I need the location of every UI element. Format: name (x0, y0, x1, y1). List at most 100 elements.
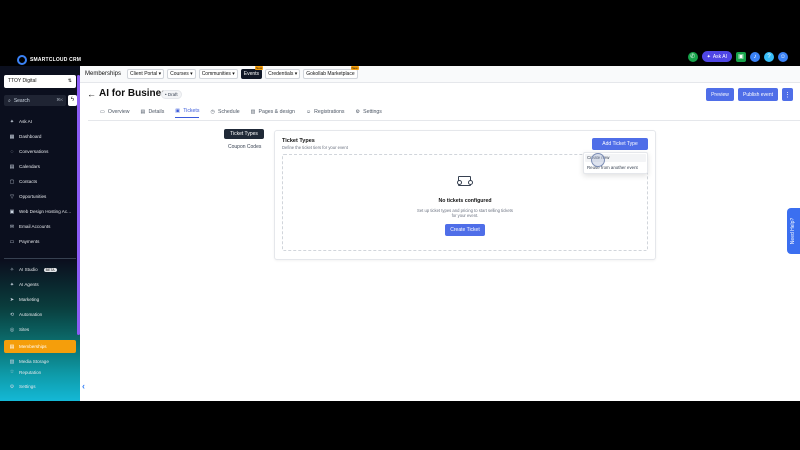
topbar-communities[interactable]: Communities ▾ (198, 69, 238, 79)
subnav-coupon-codes[interactable]: Coupon Codes (228, 144, 261, 150)
sidebar-item-label: Contacts (19, 179, 38, 184)
card-icon: ▭ (9, 238, 15, 245)
calendar-icon: ▤ (9, 163, 15, 170)
header-actions: ✆ ✦ Ask AI ▣ ♪ ? ☺ (687, 51, 788, 62)
sidebar-item-label: Memberships (19, 344, 47, 349)
sidebar-item-opportunities[interactable]: ▽ Opportunities (4, 190, 76, 203)
tab-label: Tickets (183, 108, 200, 114)
tab-label: Overview (107, 108, 130, 115)
sidebar-item-label: Automation (19, 312, 43, 317)
calendar-icon: ◷ (210, 108, 215, 115)
tab-label: Registrations (314, 108, 345, 115)
back-arrow-icon[interactable]: ← (87, 89, 96, 99)
sidebar-item-reputation[interactable]: ☆ Reputation (4, 369, 76, 375)
search-icon: ⌕ (8, 97, 11, 104)
sparkle-icon: ✦ (9, 118, 15, 125)
tab-overview[interactable]: ▭ Overview (100, 108, 130, 118)
megaphone-icon[interactable]: ▣ (736, 51, 746, 62)
ask-ai-label: Ask AI (712, 53, 727, 60)
sidebar-item-media-storage[interactable]: ▧ Media Storage (4, 355, 76, 368)
ask-ai-button[interactable]: ✦ Ask AI (701, 51, 732, 62)
quick-action-bolt-icon[interactable]: ϟ (68, 95, 77, 106)
collapse-sidebar-chevron-icon[interactable]: ‹ (82, 381, 85, 391)
dashboard-icon: ▦ (9, 133, 15, 140)
sidebar-item-label: AI Studio (19, 267, 38, 272)
more-options-icon[interactable]: ⋮ (782, 88, 793, 101)
sidebar-item-label: Opportunities (19, 194, 47, 199)
topbar-client-portal[interactable]: Client Portal ▾ (127, 69, 165, 79)
sidebar-item-memberships[interactable]: ▤ Memberships (4, 340, 76, 353)
topbar-item-label: Communities ▾ (201, 71, 235, 77)
topbar-item-label: Events (243, 71, 260, 77)
tab-tickets[interactable]: ▣ Tickets (175, 108, 200, 118)
tab-details[interactable]: ▤ Details (141, 108, 165, 118)
bell-icon[interactable]: ♪ (750, 51, 760, 62)
pages-icon: ▥ (250, 108, 256, 115)
tab-schedule[interactable]: ◷ Schedule (210, 108, 239, 118)
app-header (0, 46, 800, 66)
sidebar-item-automation[interactable]: ⟲ Automation (4, 308, 76, 321)
subnav-ticket-types[interactable]: Ticket Types (224, 129, 264, 139)
topbar-item-label: Client Portal ▾ (130, 71, 162, 77)
topbar-credentials[interactable]: Credentials ▾ (265, 69, 301, 79)
sidebar-item-web-design[interactable]: ▣ Web Design Hosting Ac... (4, 205, 76, 218)
add-ticket-type-button[interactable]: Add Ticket Type (592, 138, 648, 150)
sidebar-item-label: Reputation (19, 369, 42, 375)
location-switcher[interactable]: TTOY Digital ⇅ (4, 75, 76, 88)
need-help-tab[interactable]: Need Help? (787, 208, 800, 254)
sidebar-item-calendars[interactable]: ▤ Calendars (4, 160, 76, 173)
sidebar-item-payments[interactable]: ▭ Payments (4, 235, 76, 248)
publish-event-button[interactable]: Publish event (738, 88, 778, 101)
tab-pages-design[interactable]: ▥ Pages & design (251, 108, 295, 118)
tab-label: Schedule (217, 108, 240, 115)
empty-state-title: No tickets configured (438, 198, 492, 204)
mouse-cursor-indicator (591, 153, 605, 167)
new-badge: New (350, 66, 359, 70)
topbar-marketplace[interactable]: Gokollab Marketplace New (303, 66, 359, 79)
sidebar-item-ai-agents[interactable]: ✦ AI Agents (4, 278, 76, 291)
sidebar-item-conversations[interactable]: ◌ Conversations (4, 145, 76, 158)
sidebar-item-label: AI Agents (19, 282, 39, 287)
chat-icon: ◌ (10, 148, 14, 155)
sidebar-item-label: Payments (19, 239, 40, 244)
brand-logo[interactable]: SMARTCLOUD CRM (17, 55, 81, 65)
people-icon: ☺ (305, 108, 312, 115)
tab-label: Pages & design (258, 108, 295, 115)
sidebar-item-label: Web Design Hosting Ac... (19, 209, 72, 214)
sidebar-item-dashboard[interactable]: ▦ Dashboard (4, 130, 76, 143)
media-icon: ▧ (9, 358, 15, 365)
topbar-events[interactable]: Events New (240, 66, 264, 79)
sidebar-item-email-accounts[interactable]: ✉ Email Accounts (4, 220, 76, 233)
preview-button[interactable]: Preview (706, 88, 734, 101)
gear-icon: ⚙ (355, 108, 361, 115)
sparkle-icon: ✦ (706, 53, 711, 60)
help-icon[interactable]: ? (764, 51, 774, 62)
topbar-courses[interactable]: Courses ▾ (167, 69, 196, 79)
sidebar-item-label: Media Storage (19, 359, 49, 364)
sites-icon: ◎ (9, 326, 15, 333)
sidebar-item-ask-ai[interactable]: ✦ Ask AI (4, 115, 76, 128)
sidebar-item-label: Marketing (19, 297, 40, 302)
sidebar-item-marketing[interactable]: ➤ Marketing (4, 293, 76, 306)
tabs-divider (88, 120, 800, 121)
logo-icon (17, 55, 27, 65)
robot-icon: ✦ (9, 281, 15, 288)
doc-icon: ▤ (140, 108, 146, 115)
sidebar-divider (4, 258, 76, 259)
sidebar-scrollbar[interactable] (77, 75, 80, 335)
topbar-item-label: Courses ▾ (170, 71, 193, 77)
sidebar-search[interactable]: ⌕ Search ⌘K (4, 95, 66, 106)
tab-registrations[interactable]: ☺ Registrations (306, 108, 345, 118)
sidebar-item-settings[interactable]: ⚙ Settings (4, 380, 76, 393)
screen-bezel-bottom (0, 401, 800, 450)
need-help-label: Need Help? (790, 217, 797, 245)
sidebar-item-ai-studio[interactable]: ✧ AI Studio BETA (4, 263, 76, 276)
sidebar-item-contacts[interactable]: ▢ Contacts (4, 175, 76, 188)
sidebar-item-sites[interactable]: ◎ Sites (4, 323, 76, 336)
sidebar-item-label: Settings (19, 384, 36, 389)
phone-icon[interactable]: ✆ (687, 51, 698, 62)
create-ticket-button[interactable]: Create Ticket (445, 224, 485, 236)
user-avatar[interactable]: ☺ (778, 51, 788, 62)
ai-icon: ✧ (9, 266, 15, 273)
tab-settings[interactable]: ⚙ Settings (355, 108, 381, 118)
